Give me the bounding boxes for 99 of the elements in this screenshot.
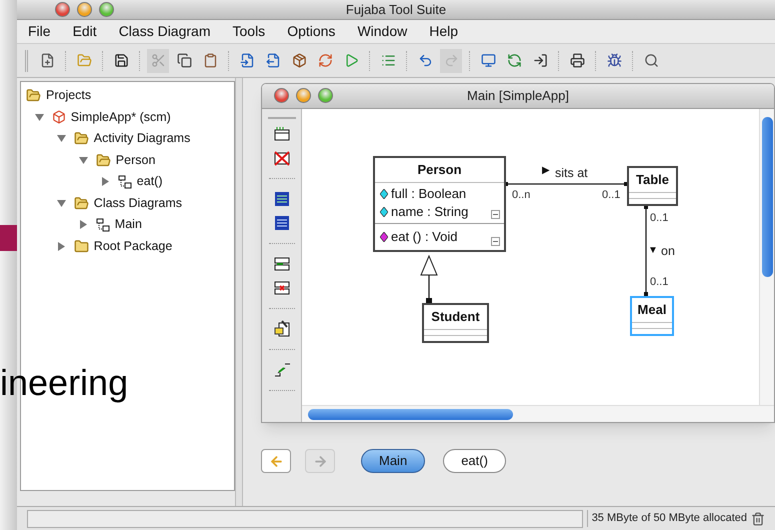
add-compartment-icon[interactable] xyxy=(272,255,290,273)
folder-icon xyxy=(74,238,89,254)
expand-arrow[interactable] xyxy=(56,241,67,252)
menu-item[interactable]: Tools xyxy=(232,21,266,42)
remove-compartment-icon[interactable] xyxy=(272,279,290,297)
multiplicity-label: 0..1 xyxy=(650,213,668,224)
forward-arrow-icon xyxy=(312,454,328,468)
tree-item[interactable]: Main xyxy=(114,215,142,234)
class-box[interactable]: Table xyxy=(627,166,678,206)
close-button[interactable] xyxy=(274,88,289,103)
collapse-toggle[interactable] xyxy=(491,236,500,246)
computer-icon xyxy=(480,53,496,68)
menu-item[interactable]: Window xyxy=(357,21,408,42)
vertical-scrollbar[interactable] xyxy=(759,109,774,405)
menu-item[interactable]: File xyxy=(28,21,51,42)
method-text: eat () : Void xyxy=(391,228,458,246)
list-icon xyxy=(380,53,396,68)
import-document-icon xyxy=(240,53,254,68)
multiplicity-label: 0..1 xyxy=(650,277,668,288)
delete-class-icon[interactable] xyxy=(272,149,290,167)
edit-document-icon[interactable] xyxy=(272,320,290,338)
attribute-text: full : Boolean xyxy=(391,184,466,203)
refresh-icon xyxy=(318,53,332,68)
slide-text: ineering xyxy=(0,365,128,401)
tree-item[interactable]: Class Diagrams xyxy=(94,194,182,213)
tree-item[interactable]: Activity Diagrams xyxy=(94,129,190,148)
menu-item[interactable]: Class Diagram xyxy=(118,21,210,42)
tree-item[interactable]: Projects xyxy=(46,86,92,106)
minimize-button[interactable] xyxy=(296,88,311,103)
play-icon xyxy=(344,53,358,68)
attribute-table-icon[interactable] xyxy=(272,190,290,208)
back-button[interactable] xyxy=(261,449,291,473)
menu-item[interactable]: Options xyxy=(287,21,336,42)
method-table-icon[interactable] xyxy=(272,214,290,232)
save-icon xyxy=(114,53,128,68)
class-name: Student xyxy=(430,308,481,326)
method-icon xyxy=(380,232,388,242)
collapse-arrow[interactable] xyxy=(56,198,67,208)
folder-icon xyxy=(74,131,89,146)
multiplicity-label: 0..1 xyxy=(602,190,620,201)
class-name: Table xyxy=(635,171,670,189)
diagram-tab[interactable]: Main xyxy=(361,449,426,473)
add-class-icon[interactable] xyxy=(272,125,290,143)
zoom-icon xyxy=(644,53,658,68)
undo-icon xyxy=(418,53,432,68)
zoom-button[interactable] xyxy=(99,2,114,17)
tree-item[interactable]: Root Package xyxy=(94,236,172,256)
diagram-icon xyxy=(118,174,132,189)
close-button[interactable] xyxy=(55,2,70,17)
window-title: Fujaba Tool Suite xyxy=(346,0,446,19)
association-label: sits at xyxy=(555,165,588,182)
open-folder-icon xyxy=(76,53,92,68)
project-icon xyxy=(52,110,66,124)
package-icon xyxy=(292,53,306,68)
copy-icon xyxy=(176,53,192,68)
tree-item[interactable]: SimpleApp* (scm) xyxy=(70,108,171,127)
class-name: Person xyxy=(416,161,463,179)
class-box[interactable]: Person full : Boolean name : String eat () : Void xyxy=(373,156,506,252)
paste-icon xyxy=(202,53,218,68)
tree-item[interactable]: Person xyxy=(116,150,156,170)
folder-icon xyxy=(26,88,41,104)
collapse-toggle[interactable] xyxy=(491,210,500,218)
attribute-text: name : String xyxy=(391,202,468,221)
diagram-icon xyxy=(96,218,110,232)
cut-icon xyxy=(150,53,166,68)
direction-arrow: ▼ xyxy=(648,246,658,256)
redo-icon xyxy=(444,53,458,68)
diagram-tab[interactable]: eat() xyxy=(443,449,506,473)
class-box[interactable]: Meal xyxy=(630,296,674,336)
direction-arrow: ▶ xyxy=(542,166,550,176)
enter-icon xyxy=(532,53,548,68)
expand-arrow[interactable] xyxy=(78,220,89,230)
print-icon xyxy=(570,53,584,68)
multiplicity-label: 0..n xyxy=(512,190,530,201)
window-title: Main [SimpleApp] xyxy=(467,87,569,106)
folder-icon xyxy=(96,152,111,168)
sync-document-icon xyxy=(506,53,522,68)
tree-item[interactable]: eat() xyxy=(136,172,162,192)
association-icon[interactable] xyxy=(272,361,290,379)
menu-item[interactable]: Help xyxy=(429,21,458,42)
export-document-icon xyxy=(266,53,280,68)
class-name: Meal xyxy=(636,301,668,319)
generalization-arrow xyxy=(420,254,438,303)
horizontal-scrollbar[interactable] xyxy=(302,405,774,422)
trash-icon[interactable] xyxy=(751,512,765,526)
folder-icon xyxy=(74,196,89,211)
new-file-icon xyxy=(40,53,54,68)
class-box[interactable]: Student xyxy=(422,303,489,342)
menu-item[interactable]: Edit xyxy=(72,21,97,42)
bug-icon xyxy=(606,53,622,68)
zoom-button[interactable] xyxy=(318,88,333,103)
minimize-button[interactable] xyxy=(77,2,92,17)
collapse-arrow[interactable] xyxy=(34,112,45,122)
slide-accent-bar xyxy=(0,225,17,251)
collapse-arrow[interactable] xyxy=(78,155,89,166)
association-label: on xyxy=(661,243,675,260)
collapse-arrow[interactable] xyxy=(56,134,67,144)
memory-status: 35 MByte of 50 MByte allocated xyxy=(586,510,747,527)
expand-arrow[interactable] xyxy=(100,176,111,187)
